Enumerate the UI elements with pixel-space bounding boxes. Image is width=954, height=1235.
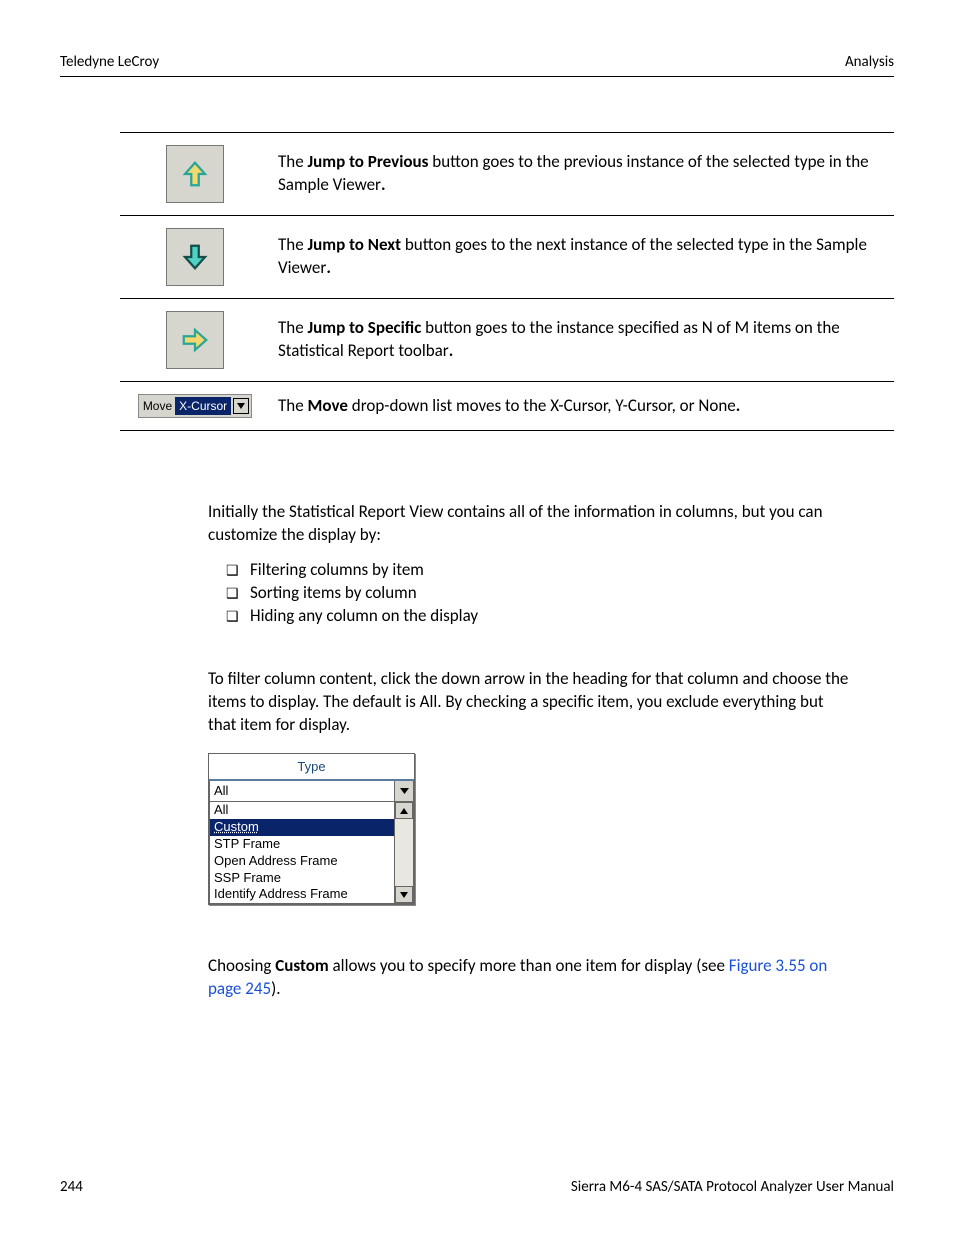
- row-text: The Jump to Specific button goes to the …: [278, 299, 894, 382]
- page-header: Teledyne LeCroy Analysis: [60, 52, 894, 72]
- dropdown-selected-value: All: [209, 781, 394, 802]
- table-row: The Jump to Previous button goes to the …: [120, 133, 894, 216]
- chevron-down-icon[interactable]: [233, 398, 249, 414]
- list-item: Sorting items by column: [250, 582, 854, 605]
- page-footer: 244 Sierra M6-4 SAS/SATA Protocol Analyz…: [60, 1177, 894, 1197]
- right-arrow-icon: [180, 325, 210, 355]
- customize-list: Filtering columns by item Sorting items …: [208, 559, 854, 628]
- scrollbar[interactable]: [395, 802, 414, 904]
- table-row: The Jump to Specific button goes to the …: [120, 299, 894, 382]
- dropdown-item[interactable]: Identify Address Frame: [210, 886, 394, 903]
- table-row: The Jump to Next button goes to the next…: [120, 216, 894, 299]
- dropdown-item[interactable]: SSP Frame: [210, 870, 394, 887]
- dropdown-item[interactable]: STP Frame: [210, 836, 394, 853]
- scroll-up-icon[interactable]: [395, 802, 413, 819]
- chevron-down-icon[interactable]: [394, 781, 414, 802]
- dropdown-item[interactable]: Open Address Frame: [210, 853, 394, 870]
- header-right: Analysis: [845, 52, 894, 72]
- intro-paragraph: Initially the Statistical Report View co…: [208, 501, 854, 737]
- header-rule: [60, 76, 894, 77]
- jump-next-button[interactable]: [166, 228, 224, 286]
- jump-previous-button[interactable]: [166, 145, 224, 203]
- move-label: Move: [141, 398, 175, 414]
- move-dropdown[interactable]: Move X-Cursor: [138, 394, 252, 418]
- dropdown-item[interactable]: Custom: [210, 819, 394, 836]
- custom-paragraph: Choosing Custom allows you to specify mo…: [208, 955, 854, 1001]
- page-number: 244: [60, 1177, 83, 1197]
- row-text: The Jump to Previous button goes to the …: [278, 133, 894, 216]
- row-text: The Jump to Next button goes to the next…: [278, 216, 894, 299]
- button-description-table: The Jump to Previous button goes to the …: [120, 132, 894, 431]
- footer-title: Sierra M6-4 SAS/SATA Protocol Analyzer U…: [571, 1177, 894, 1197]
- dropdown-header: Type: [209, 754, 414, 782]
- jump-specific-button[interactable]: [166, 311, 224, 369]
- list-item: Filtering columns by item: [250, 559, 854, 582]
- dropdown-selected-row[interactable]: All: [209, 781, 414, 802]
- type-filter-dropdown: Type All All Custom STP Frame Open Addre…: [208, 753, 415, 905]
- list-item: Hiding any column on the display: [250, 605, 854, 628]
- table-row: Move X-Cursor The Move drop-down list mo…: [120, 382, 894, 431]
- move-selected-value: X-Cursor: [175, 397, 231, 415]
- dropdown-listbox[interactable]: All Custom STP Frame Open Address Frame …: [209, 802, 414, 904]
- scroll-track[interactable]: [395, 819, 413, 886]
- header-left: Teledyne LeCroy: [60, 52, 159, 72]
- down-arrow-icon: [180, 242, 210, 272]
- row-text: The Move drop-down list moves to the X-C…: [278, 382, 894, 431]
- scroll-down-icon[interactable]: [395, 886, 413, 903]
- up-arrow-icon: [180, 159, 210, 189]
- filter-paragraph: To filter column content, click the down…: [208, 668, 854, 737]
- dropdown-item[interactable]: All: [210, 802, 394, 819]
